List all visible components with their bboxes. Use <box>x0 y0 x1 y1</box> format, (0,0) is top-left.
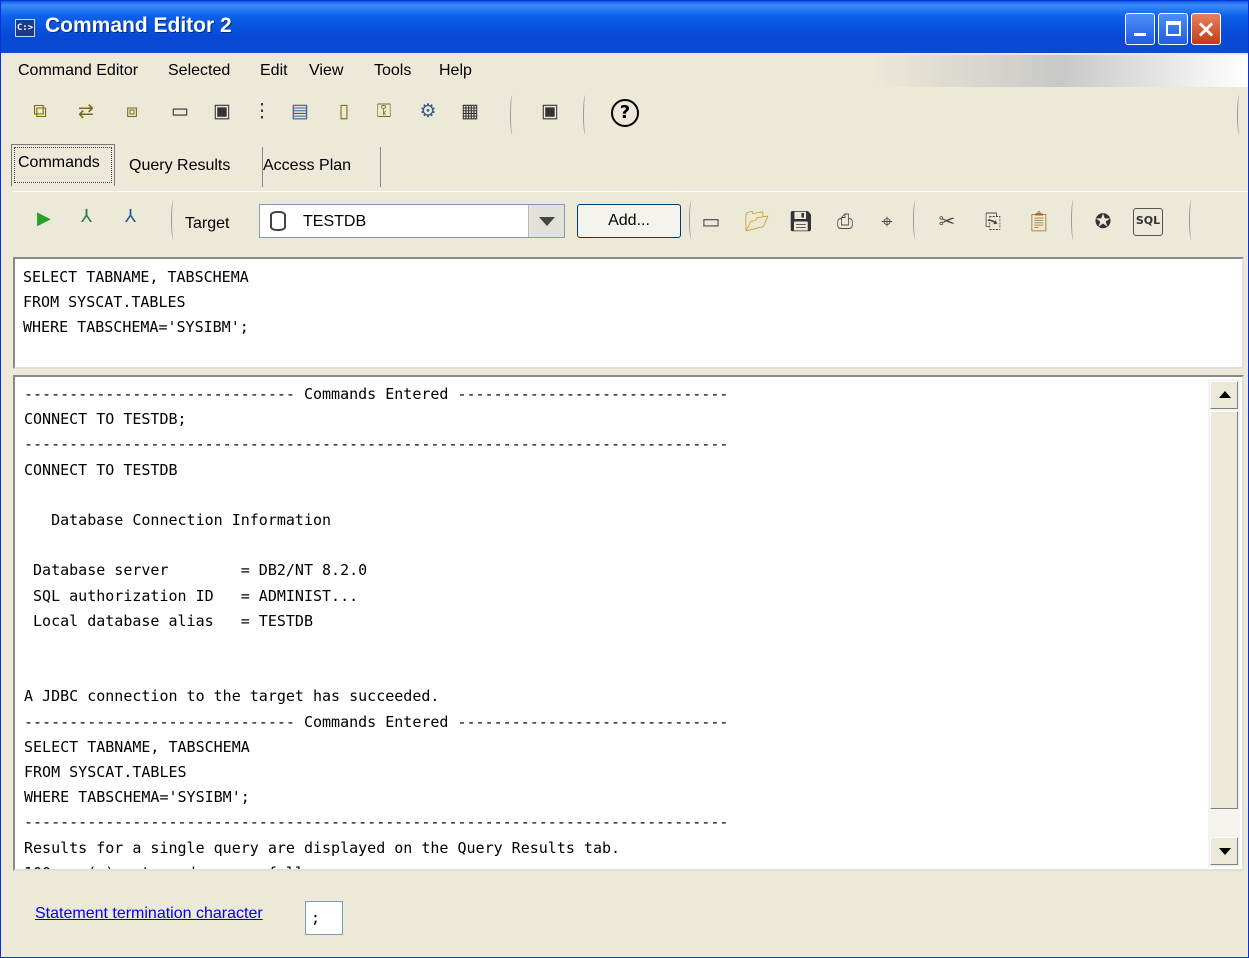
command-window-icon[interactable]: ▭ <box>697 208 725 236</box>
command-window-icon[interactable]: ▣ <box>537 99 563 125</box>
tab-commands[interactable]: Commands <box>11 144 115 186</box>
scroll-down-button[interactable] <box>1210 837 1238 865</box>
toolbar-separator <box>913 200 923 240</box>
tab-query-results[interactable]: Query Results <box>123 147 263 187</box>
access-plan-icon[interactable]: ⅄ <box>125 206 136 227</box>
maximize-button[interactable] <box>1158 13 1188 45</box>
print-icon[interactable]: ⎙ <box>831 208 859 236</box>
sql-icon[interactable]: SQL <box>1133 208 1163 236</box>
close-button[interactable]: × <box>1191 13 1221 45</box>
vertical-scrollbar[interactable] <box>1208 379 1240 867</box>
chevron-down-icon[interactable] <box>528 205 564 237</box>
command-editor-icon[interactable]: ▭ <box>167 99 193 125</box>
menu-edit[interactable]: Edit <box>260 62 288 80</box>
satellite-admin-icon[interactable]: ⧈ <box>119 99 145 125</box>
termination-character-input[interactable]: ; <box>305 901 343 935</box>
replication-center-icon[interactable]: ⇄ <box>73 99 99 125</box>
app-icon: C:> <box>15 19 35 37</box>
command-text[interactable]: SELECT TABNAME, TABSCHEMA FROM SYSCAT.TA… <box>23 265 249 340</box>
statement-termination-link[interactable]: Statement termination character <box>35 905 263 923</box>
output-area[interactable]: ------------------------------ Commands … <box>13 375 1244 871</box>
toolbar-overflow[interactable] <box>1237 95 1247 135</box>
toolbar-separator <box>1071 200 1081 240</box>
menu-tools[interactable]: Tools <box>374 62 411 80</box>
minimize-button[interactable] <box>1125 13 1155 45</box>
copy-icon[interactable]: ⎘ <box>979 208 1007 236</box>
footer: Statement termination character ; <box>1 877 1248 957</box>
main-toolbar: ⧉ ⇄ ⧈ ▭ ▣ ⋮ ▤ ▯ ⚿ ⚙ ▦ ▣ ? <box>1 89 1248 141</box>
configuration-assistant-icon[interactable]: ⚿ <box>371 99 397 125</box>
toolbar-overflow[interactable] <box>1189 200 1199 240</box>
scroll-up-button[interactable] <box>1210 381 1238 409</box>
open-icon[interactable]: 📂︎ <box>743 208 771 236</box>
target-label: Target <box>185 215 230 232</box>
title-bar[interactable]: C:> Command Editor 2 × <box>1 1 1248 53</box>
tools-settings-icon[interactable]: ⚙ <box>415 99 441 125</box>
target-dropdown[interactable]: TESTDB <box>259 204 565 238</box>
database-icon <box>270 211 286 231</box>
menu-help[interactable]: Help <box>439 62 472 80</box>
help-icon[interactable]: ? <box>611 99 639 127</box>
menu-selected[interactable]: Selected <box>168 62 230 80</box>
scroll-thumb[interactable] <box>1210 411 1238 809</box>
license-center-icon[interactable]: ▯ <box>331 99 357 125</box>
tab-access-plan[interactable]: Access Plan <box>257 147 381 187</box>
health-center-icon[interactable]: ⋮ <box>249 99 275 125</box>
close-icon: × <box>1195 15 1217 43</box>
menu-view[interactable]: View <box>309 62 343 80</box>
execute-icon[interactable]: ▶ <box>37 208 51 229</box>
find-icon[interactable]: ⌖ <box>873 208 901 236</box>
toolbar-separator <box>510 95 520 135</box>
journal-icon[interactable]: ▤ <box>287 99 313 125</box>
menu-bar: Command Editor Selected Edit View Tools … <box>1 55 1248 87</box>
output-text: ------------------------------ Commands … <box>24 385 729 869</box>
monitor-icon[interactable]: ▦ <box>457 99 483 125</box>
save-icon[interactable]: 💾︎ <box>787 208 815 236</box>
commands-toolbar: ▶ ⅄ ⅄ Target TESTDB Add... ▭ 📂︎ 💾︎ ⎙ ⌖ ✂… <box>13 191 1248 251</box>
add-target-button[interactable]: Add... <box>577 204 681 238</box>
toolbar-separator <box>583 95 593 135</box>
menu-command-editor[interactable]: Command Editor <box>18 62 138 80</box>
toolbar-separator <box>171 200 181 240</box>
target-value: TESTDB <box>303 213 367 230</box>
execute-and-access-plan-icon[interactable]: ⅄ <box>81 206 92 227</box>
cut-icon[interactable]: ✂ <box>933 208 961 236</box>
window-title: Command Editor 2 <box>45 14 232 37</box>
command-editor-window: C:> Command Editor 2 × Command Editor Se… <box>0 0 1249 958</box>
command-input[interactable]: SELECT TABNAME, TABSCHEMA FROM SYSCAT.TA… <box>13 257 1244 369</box>
control-center-icon[interactable]: ⧉ <box>27 99 53 125</box>
paste-icon[interactable]: 📋︎ <box>1025 208 1053 236</box>
maximize-icon <box>1166 21 1181 36</box>
task-center-icon[interactable]: ▣ <box>209 99 235 125</box>
sql-assist-icon[interactable]: ✪ <box>1089 208 1117 236</box>
minimize-icon <box>1134 33 1146 36</box>
